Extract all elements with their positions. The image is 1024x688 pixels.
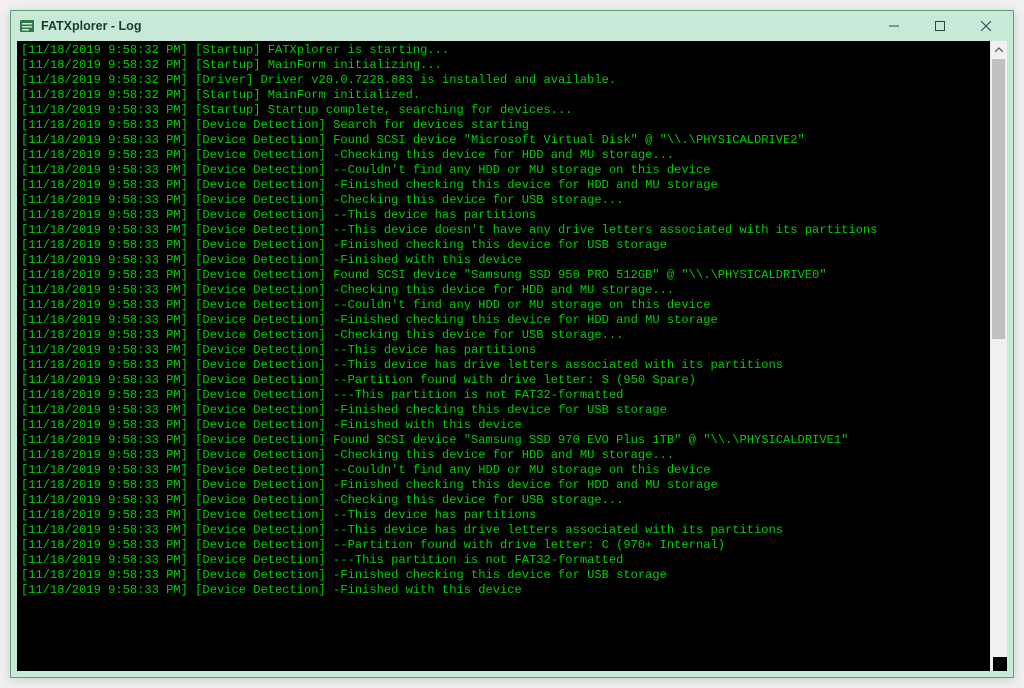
log-line: [11/18/2019 9:58:32 PM] [Startup] MainFo… bbox=[21, 88, 986, 103]
log-line: [11/18/2019 9:58:33 PM] [Device Detectio… bbox=[21, 373, 986, 388]
log-line: [11/18/2019 9:58:33 PM] [Device Detectio… bbox=[21, 268, 986, 283]
scroll-up-arrow-icon[interactable] bbox=[990, 41, 1007, 58]
log-line: [11/18/2019 9:58:33 PM] [Device Detectio… bbox=[21, 178, 986, 193]
log-content: [11/18/2019 9:58:32 PM] [Startup] FATXpl… bbox=[17, 41, 1007, 671]
log-line: [11/18/2019 9:58:33 PM] [Device Detectio… bbox=[21, 493, 986, 508]
log-line: [11/18/2019 9:58:33 PM] [Device Detectio… bbox=[21, 238, 986, 253]
scroll-thumb[interactable] bbox=[992, 59, 1005, 339]
log-line: [11/18/2019 9:58:33 PM] [Startup] Startu… bbox=[21, 103, 986, 118]
log-line: [11/18/2019 9:58:33 PM] [Device Detectio… bbox=[21, 568, 986, 583]
log-line: [11/18/2019 9:58:33 PM] [Device Detectio… bbox=[21, 283, 986, 298]
log-line: [11/18/2019 9:58:33 PM] [Device Detectio… bbox=[21, 343, 986, 358]
log-line: [11/18/2019 9:58:33 PM] [Device Detectio… bbox=[21, 253, 986, 268]
log-line: [11/18/2019 9:58:33 PM] [Device Detectio… bbox=[21, 208, 986, 223]
log-line: [11/18/2019 9:58:33 PM] [Device Detectio… bbox=[21, 358, 986, 373]
log-window: FATXplorer - Log [11/18/2019 9:58:32 PM]… bbox=[10, 10, 1014, 678]
log-line: [11/18/2019 9:58:33 PM] [Device Detectio… bbox=[21, 223, 986, 238]
app-icon bbox=[19, 18, 35, 34]
log-line: [11/18/2019 9:58:33 PM] [Device Detectio… bbox=[21, 148, 986, 163]
minimize-button[interactable] bbox=[871, 12, 917, 40]
log-line: [11/18/2019 9:58:33 PM] [Device Detectio… bbox=[21, 118, 986, 133]
log-line: [11/18/2019 9:58:33 PM] [Device Detectio… bbox=[21, 313, 986, 328]
log-line: [11/18/2019 9:58:33 PM] [Device Detectio… bbox=[21, 298, 986, 313]
close-button[interactable] bbox=[963, 12, 1009, 40]
log-line: [11/18/2019 9:58:33 PM] [Device Detectio… bbox=[21, 328, 986, 343]
log-line: [11/18/2019 9:58:33 PM] [Device Detectio… bbox=[21, 193, 986, 208]
log-line: [11/18/2019 9:58:33 PM] [Device Detectio… bbox=[21, 553, 986, 568]
titlebar[interactable]: FATXplorer - Log bbox=[11, 11, 1013, 41]
log-line: [11/18/2019 9:58:33 PM] [Device Detectio… bbox=[21, 523, 986, 538]
log-line: [11/18/2019 9:58:33 PM] [Device Detectio… bbox=[21, 433, 986, 448]
log-line: [11/18/2019 9:58:33 PM] [Device Detectio… bbox=[21, 478, 986, 493]
resize-grip[interactable] bbox=[993, 657, 1007, 671]
log-line: [11/18/2019 9:58:32 PM] [Startup] MainFo… bbox=[21, 58, 986, 73]
maximize-button[interactable] bbox=[917, 12, 963, 40]
log-line: [11/18/2019 9:58:32 PM] [Driver] Driver … bbox=[21, 73, 986, 88]
log-line: [11/18/2019 9:58:33 PM] [Device Detectio… bbox=[21, 163, 986, 178]
log-line: [11/18/2019 9:58:33 PM] [Device Detectio… bbox=[21, 463, 986, 478]
log-text-area[interactable]: [11/18/2019 9:58:32 PM] [Startup] FATXpl… bbox=[17, 41, 990, 671]
vertical-scrollbar[interactable] bbox=[990, 41, 1007, 671]
log-line: [11/18/2019 9:58:33 PM] [Device Detectio… bbox=[21, 508, 986, 523]
log-line: [11/18/2019 9:58:33 PM] [Device Detectio… bbox=[21, 538, 986, 553]
log-line: [11/18/2019 9:58:33 PM] [Device Detectio… bbox=[21, 418, 986, 433]
log-line: [11/18/2019 9:58:33 PM] [Device Detectio… bbox=[21, 388, 986, 403]
window-title: FATXplorer - Log bbox=[41, 19, 871, 33]
log-line: [11/18/2019 9:58:33 PM] [Device Detectio… bbox=[21, 583, 986, 598]
log-line: [11/18/2019 9:58:32 PM] [Startup] FATXpl… bbox=[21, 43, 986, 58]
log-line: [11/18/2019 9:58:33 PM] [Device Detectio… bbox=[21, 448, 986, 463]
window-controls bbox=[871, 12, 1009, 40]
log-line: [11/18/2019 9:58:33 PM] [Device Detectio… bbox=[21, 133, 986, 148]
log-line: [11/18/2019 9:58:33 PM] [Device Detectio… bbox=[21, 403, 986, 418]
